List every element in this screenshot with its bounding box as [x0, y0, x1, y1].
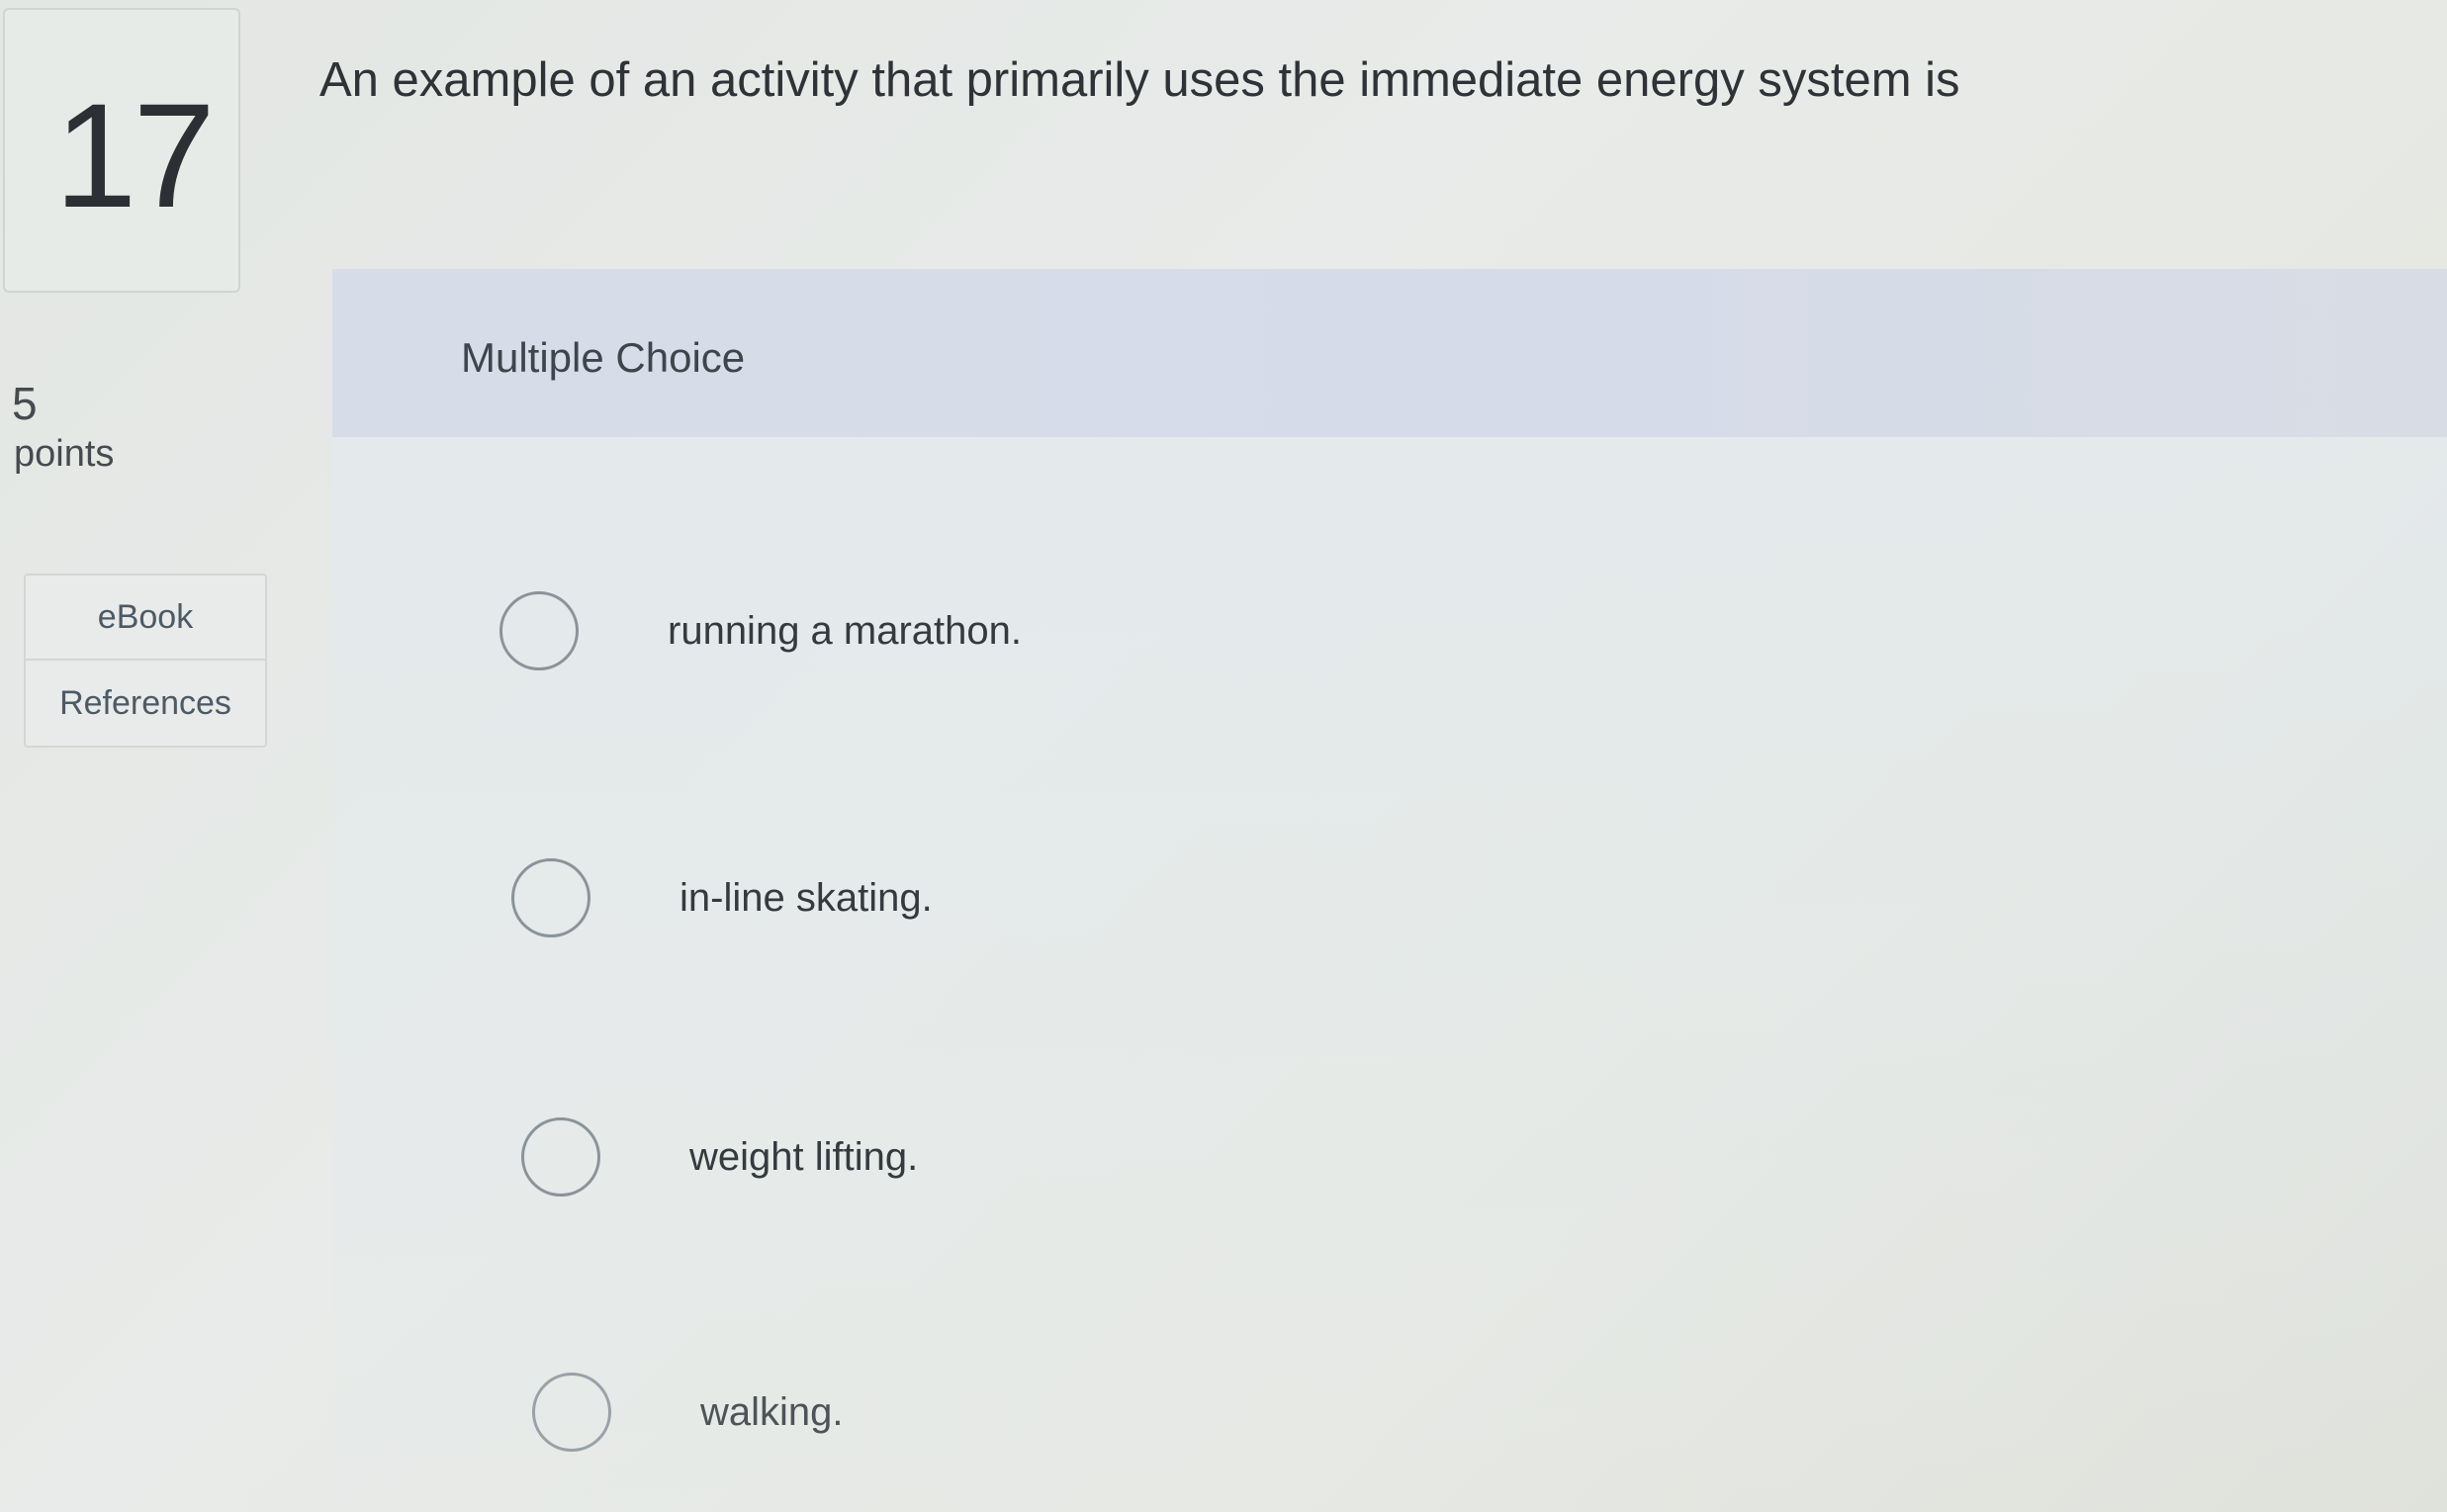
question-tools: eBook References	[24, 574, 267, 748]
radio-button[interactable]	[499, 591, 579, 670]
references-link[interactable]: References	[26, 661, 265, 746]
question-type-header: Multiple Choice	[332, 269, 2447, 437]
question-number: 17	[54, 72, 216, 238]
answer-option-label[interactable]: running a marathon.	[668, 609, 1022, 654]
points-value: 5	[12, 378, 38, 429]
radio-button[interactable]	[511, 858, 590, 937]
answer-option-label[interactable]: weight lifting.	[689, 1135, 918, 1180]
answer-option[interactable]: weight lifting.	[521, 1117, 918, 1197]
radio-button[interactable]	[532, 1373, 611, 1452]
question-type-label: Multiple Choice	[461, 334, 746, 381]
answer-option-label[interactable]: in-line skating.	[680, 876, 933, 921]
ebook-link[interactable]: eBook	[26, 576, 265, 661]
answer-option[interactable]: in-line skating.	[511, 858, 933, 937]
radio-button[interactable]	[521, 1117, 600, 1197]
question-text: An example of an activity that primarily…	[319, 53, 1960, 107]
question-number-box: 17	[3, 8, 240, 293]
answer-option-label[interactable]: walking.	[700, 1390, 844, 1435]
points-label: points	[14, 433, 115, 475]
answer-option[interactable]: running a marathon.	[499, 591, 1022, 670]
answer-option[interactable]: walking.	[532, 1373, 844, 1452]
